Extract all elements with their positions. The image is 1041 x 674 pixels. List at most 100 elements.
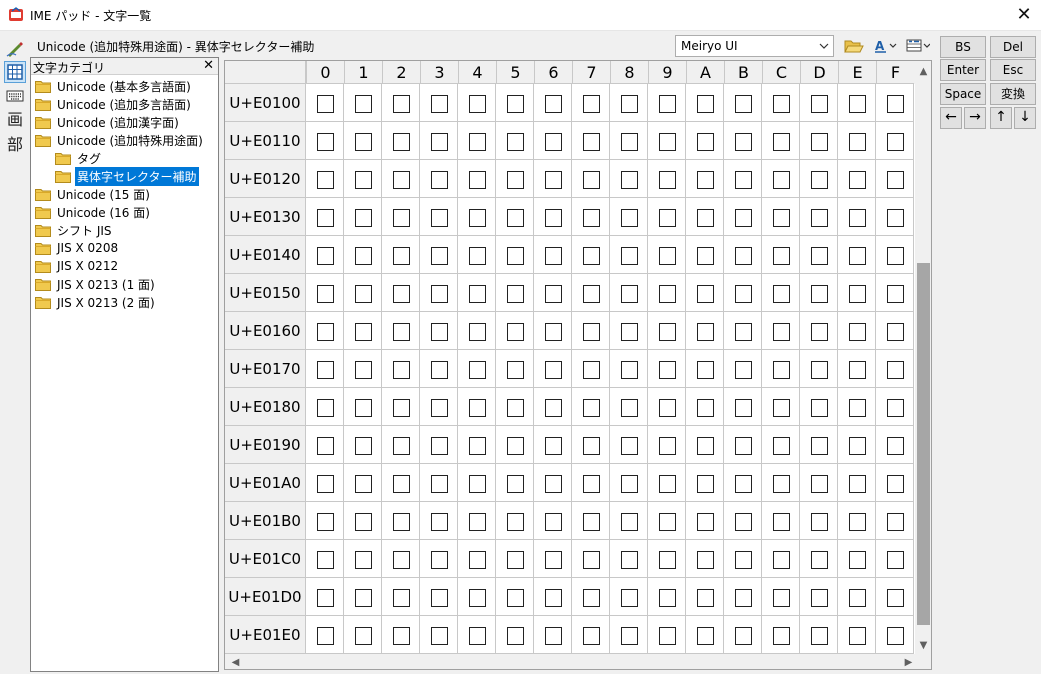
vertical-scrollbar[interactable]: ▲ ▼ — [915, 61, 931, 655]
character-cell[interactable] — [496, 122, 534, 160]
character-cell[interactable] — [306, 236, 344, 274]
character-cell[interactable] — [838, 578, 876, 616]
character-cell[interactable] — [420, 426, 458, 464]
category-item[interactable]: Unicode (基本多言語面) — [35, 77, 193, 95]
character-cell[interactable] — [420, 160, 458, 198]
character-cell[interactable] — [382, 388, 420, 426]
character-cell[interactable] — [686, 312, 724, 350]
character-cell[interactable] — [534, 236, 572, 274]
character-cell[interactable] — [724, 84, 762, 122]
esc-key[interactable]: Esc — [990, 59, 1036, 81]
character-cell[interactable] — [686, 502, 724, 540]
category-item[interactable]: Unicode (16 面) — [35, 203, 152, 221]
character-cell[interactable] — [762, 160, 800, 198]
character-cell[interactable] — [344, 312, 382, 350]
character-cell[interactable] — [610, 84, 648, 122]
up-arrow-key[interactable]: ↑ — [990, 107, 1012, 129]
character-cell[interactable] — [610, 122, 648, 160]
character-cell[interactable] — [876, 350, 914, 388]
character-cell[interactable] — [344, 388, 382, 426]
character-cell[interactable] — [496, 84, 534, 122]
character-cell[interactable] — [382, 236, 420, 274]
character-cell[interactable] — [838, 350, 876, 388]
character-cell[interactable] — [762, 502, 800, 540]
character-cell[interactable] — [724, 616, 762, 654]
character-cell[interactable] — [648, 464, 686, 502]
bs-key[interactable]: BS — [940, 36, 986, 58]
character-cell[interactable] — [876, 616, 914, 654]
character-cell[interactable] — [534, 426, 572, 464]
character-cell[interactable] — [534, 464, 572, 502]
character-cell[interactable] — [458, 198, 496, 236]
character-cell[interactable] — [420, 274, 458, 312]
character-cell[interactable] — [382, 312, 420, 350]
character-cell[interactable] — [610, 160, 648, 198]
character-cell[interactable] — [420, 122, 458, 160]
character-cell[interactable] — [496, 274, 534, 312]
character-cell[interactable] — [724, 198, 762, 236]
character-cell[interactable] — [724, 426, 762, 464]
character-cell[interactable] — [344, 236, 382, 274]
character-cell[interactable] — [876, 122, 914, 160]
character-cell[interactable] — [344, 198, 382, 236]
character-cell[interactable] — [800, 274, 838, 312]
character-cell[interactable] — [648, 84, 686, 122]
character-cell[interactable] — [800, 578, 838, 616]
character-cell[interactable] — [534, 350, 572, 388]
character-cell[interactable] — [610, 388, 648, 426]
character-cell[interactable] — [762, 122, 800, 160]
character-cell[interactable] — [686, 160, 724, 198]
character-cell[interactable] — [724, 388, 762, 426]
character-cell[interactable] — [610, 274, 648, 312]
character-cell[interactable] — [534, 388, 572, 426]
character-cell[interactable] — [572, 122, 610, 160]
character-cell[interactable] — [420, 502, 458, 540]
character-cell[interactable] — [838, 312, 876, 350]
character-cell[interactable] — [648, 198, 686, 236]
character-cell[interactable] — [762, 274, 800, 312]
character-cell[interactable] — [534, 84, 572, 122]
character-cell[interactable] — [610, 236, 648, 274]
character-cell[interactable] — [610, 502, 648, 540]
character-cell[interactable] — [534, 312, 572, 350]
scroll-left-icon[interactable]: ◀ — [227, 654, 244, 669]
scroll-up-icon[interactable]: ▲ — [915, 63, 931, 80]
character-cell[interactable] — [876, 388, 914, 426]
character-cell[interactable] — [572, 464, 610, 502]
character-cell[interactable] — [648, 312, 686, 350]
character-cell[interactable] — [306, 464, 344, 502]
character-cell[interactable] — [876, 540, 914, 578]
character-cell[interactable] — [382, 84, 420, 122]
character-cell[interactable] — [496, 464, 534, 502]
character-cell[interactable] — [496, 236, 534, 274]
character-cell[interactable] — [306, 350, 344, 388]
character-cell[interactable] — [686, 84, 724, 122]
character-cell[interactable] — [306, 274, 344, 312]
character-cell[interactable] — [458, 122, 496, 160]
character-cell[interactable] — [534, 274, 572, 312]
character-cell[interactable] — [534, 122, 572, 160]
character-cell[interactable] — [724, 312, 762, 350]
character-cell[interactable] — [838, 274, 876, 312]
category-item[interactable]: JIS X 0208 — [35, 239, 120, 257]
character-cell[interactable] — [800, 464, 838, 502]
character-cell[interactable] — [648, 274, 686, 312]
character-cell[interactable] — [344, 502, 382, 540]
character-cell[interactable] — [800, 540, 838, 578]
character-cell[interactable] — [876, 312, 914, 350]
character-cell[interactable] — [686, 350, 724, 388]
character-cell[interactable] — [838, 426, 876, 464]
character-cell[interactable] — [800, 388, 838, 426]
character-cell[interactable] — [800, 236, 838, 274]
character-cell[interactable] — [876, 160, 914, 198]
font-select[interactable]: Meiryo UI — [675, 35, 834, 57]
category-item[interactable]: タグ — [55, 149, 103, 167]
character-cell[interactable] — [648, 160, 686, 198]
character-cell[interactable] — [610, 312, 648, 350]
character-cell[interactable] — [876, 502, 914, 540]
character-cell[interactable] — [800, 502, 838, 540]
character-cell[interactable] — [838, 198, 876, 236]
character-cell[interactable] — [762, 84, 800, 122]
character-cell[interactable] — [724, 464, 762, 502]
character-cell[interactable] — [306, 312, 344, 350]
